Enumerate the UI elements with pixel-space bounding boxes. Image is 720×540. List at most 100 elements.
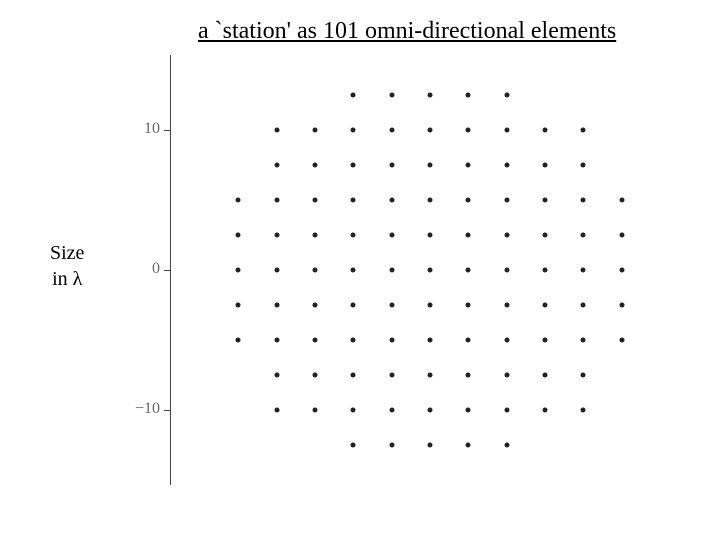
element-dot <box>428 93 433 98</box>
element-dot <box>351 338 356 343</box>
element-dot <box>543 128 548 133</box>
element-dot <box>313 268 318 273</box>
element-dot <box>313 163 318 168</box>
element-dot <box>428 128 433 133</box>
element-dot <box>619 303 624 308</box>
element-dot <box>274 128 279 133</box>
element-dot <box>543 198 548 203</box>
element-dot <box>581 198 586 203</box>
element-dot <box>581 303 586 308</box>
element-dot <box>351 233 356 238</box>
element-dot <box>389 233 394 238</box>
element-dot <box>389 163 394 168</box>
element-dot <box>313 198 318 203</box>
element-dot <box>274 233 279 238</box>
element-dot <box>428 163 433 168</box>
y-axis-line <box>170 55 171 485</box>
y-tick <box>164 410 170 411</box>
element-dot <box>504 198 509 203</box>
element-dot <box>389 128 394 133</box>
element-dot <box>619 268 624 273</box>
element-dot <box>466 128 471 133</box>
lambda-symbol: λ <box>73 268 83 290</box>
element-dot <box>581 408 586 413</box>
element-dot <box>313 338 318 343</box>
y-tick <box>164 270 170 271</box>
element-dot <box>351 198 356 203</box>
element-dot <box>543 408 548 413</box>
element-dot <box>236 233 241 238</box>
y-tick <box>164 130 170 131</box>
element-dot <box>274 268 279 273</box>
element-dot <box>504 163 509 168</box>
element-dot <box>389 268 394 273</box>
y-axis-label: Size in λ <box>50 240 84 292</box>
element-dot <box>466 303 471 308</box>
element-dot <box>581 373 586 378</box>
element-dot <box>274 303 279 308</box>
element-dot <box>236 303 241 308</box>
element-dot <box>504 233 509 238</box>
element-dot <box>274 408 279 413</box>
element-dot <box>351 303 356 308</box>
element-dot <box>389 443 394 448</box>
scatter-plot: 100−10 <box>160 50 680 490</box>
element-dot <box>466 163 471 168</box>
element-dot <box>389 93 394 98</box>
element-dot <box>466 93 471 98</box>
element-dot <box>466 233 471 238</box>
element-dot <box>543 303 548 308</box>
element-dot <box>543 373 548 378</box>
element-dot <box>428 338 433 343</box>
element-dot <box>236 198 241 203</box>
element-dot <box>274 163 279 168</box>
element-dot <box>466 443 471 448</box>
element-dot <box>428 233 433 238</box>
element-dot <box>313 128 318 133</box>
element-dot <box>581 268 586 273</box>
element-dot <box>236 268 241 273</box>
element-dot <box>313 233 318 238</box>
element-dot <box>504 268 509 273</box>
element-dot <box>351 128 356 133</box>
element-dot <box>236 338 241 343</box>
element-dot <box>351 408 356 413</box>
element-dot <box>428 268 433 273</box>
element-dot <box>504 443 509 448</box>
element-dot <box>389 373 394 378</box>
element-dot <box>313 408 318 413</box>
element-dot <box>313 303 318 308</box>
element-dot <box>466 408 471 413</box>
element-dot <box>543 233 548 238</box>
ylabel-line2: in <box>52 268 73 290</box>
chart-title: a `station' as 101 omni-directional elem… <box>198 18 616 45</box>
y-tick-label: −10 <box>120 400 160 418</box>
element-dot <box>543 338 548 343</box>
element-dot <box>581 163 586 168</box>
element-dot <box>351 373 356 378</box>
element-dot <box>581 233 586 238</box>
element-dot <box>543 163 548 168</box>
element-dot <box>351 93 356 98</box>
element-dot <box>389 408 394 413</box>
ylabel-line1: Size <box>50 242 84 264</box>
element-dot <box>504 338 509 343</box>
element-dot <box>389 303 394 308</box>
element-dot <box>466 198 471 203</box>
element-dot <box>428 198 433 203</box>
element-dot <box>504 408 509 413</box>
element-dot <box>466 373 471 378</box>
element-dot <box>581 128 586 133</box>
element-dot <box>351 163 356 168</box>
element-dot <box>504 93 509 98</box>
element-dot <box>351 268 356 273</box>
element-dot <box>389 198 394 203</box>
element-dot <box>428 373 433 378</box>
element-dot <box>274 373 279 378</box>
element-dot <box>428 303 433 308</box>
element-dot <box>619 338 624 343</box>
element-dot <box>274 198 279 203</box>
element-dot <box>619 198 624 203</box>
element-dot <box>274 338 279 343</box>
element-dot <box>619 233 624 238</box>
